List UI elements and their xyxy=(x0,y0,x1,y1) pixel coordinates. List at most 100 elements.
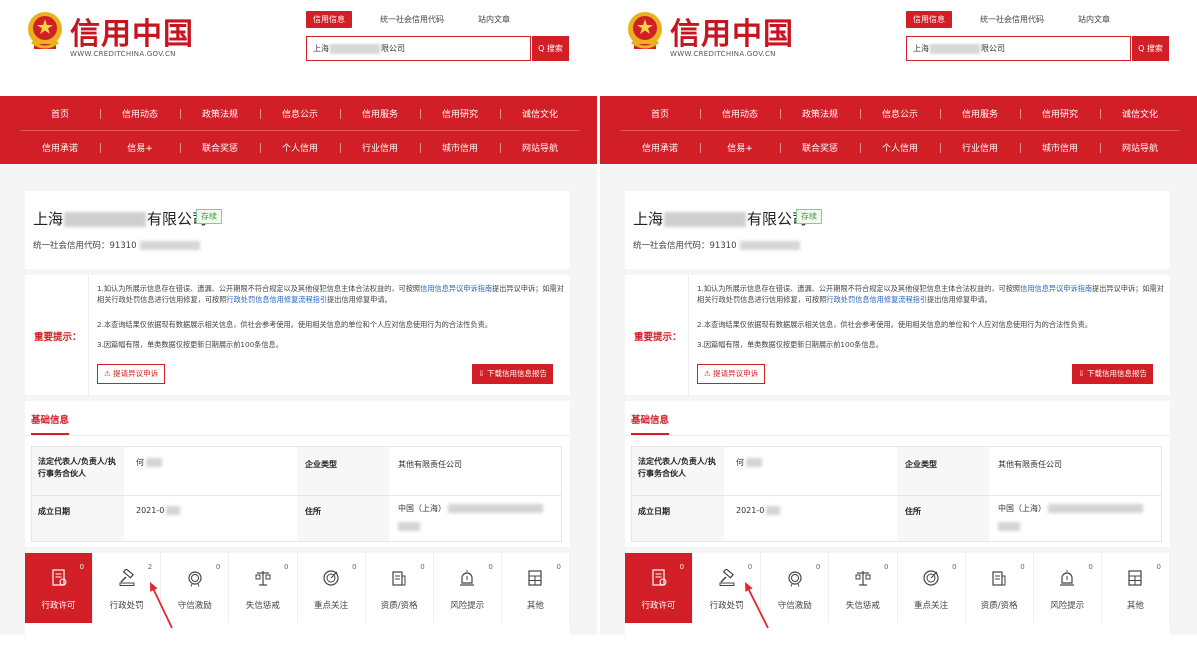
section-divider xyxy=(25,435,570,436)
nav-item[interactable]: 信用动态 xyxy=(700,107,780,120)
row-divider xyxy=(32,495,561,496)
search-tab-credit-info[interactable]: 信用信息 xyxy=(306,11,352,28)
category-label: 行政许可 xyxy=(641,601,676,611)
category-count: 0 xyxy=(215,563,221,571)
site-logo-text[interactable]: 信用中国 xyxy=(670,9,794,53)
objection-button[interactable]: ⚠ 提请异议申诉 xyxy=(697,364,766,384)
nav-row-1: 首页 信用动态 政策法规 信息公示 信用服务 信用研究 诚信文化 xyxy=(620,96,1180,130)
founded-date-label: 成立日期 xyxy=(38,507,70,516)
nav-item[interactable]: 行业信用 xyxy=(340,141,420,154)
nav-item[interactable]: 信用研究 xyxy=(420,107,500,120)
target-icon xyxy=(323,570,339,586)
nav-item[interactable]: 诚信文化 xyxy=(1100,107,1180,120)
notice-text: 1.如认为所展示信息存在错误、遗漏、公开期限不符合规定以及其他侵犯信息主体合法权… xyxy=(97,284,421,293)
company-card: 上海 有限公司 存续 统一社会信用代码：91310 xyxy=(25,191,570,269)
credit-code-label: 统一社会信用代码： xyxy=(33,241,110,251)
target-icon xyxy=(923,570,939,586)
nav-item[interactable]: 城市信用 xyxy=(1020,141,1100,154)
category-label: 失信惩戒 xyxy=(245,601,280,611)
medal-icon xyxy=(788,571,802,587)
legal-rep-value: 何 xyxy=(736,457,762,468)
category-tab[interactable]: 0 守信激励 xyxy=(761,553,830,623)
repair-guide-link[interactable]: 行政处罚信息信用修复流程指引 xyxy=(226,295,327,304)
category-tab[interactable]: 0 行政许可 xyxy=(625,553,694,623)
nav-item[interactable]: 城市信用 xyxy=(420,141,500,154)
search-button[interactable]: Q 搜索 xyxy=(1132,36,1169,61)
nav-item[interactable]: 信用承诺 xyxy=(20,141,100,154)
category-tab[interactable]: 0 失信惩戒 xyxy=(229,553,298,623)
category-tab[interactable]: 0 重点关注 xyxy=(898,553,966,623)
company-type-value: 其他有限责任公司 xyxy=(398,460,462,469)
search-button[interactable]: Q 搜索 xyxy=(532,36,569,61)
nav-item[interactable]: 联合奖惩 xyxy=(780,141,860,154)
category-tab[interactable]: 0 行政许可 xyxy=(25,553,94,623)
gavel-icon xyxy=(119,569,135,586)
nav-item[interactable]: 诚信文化 xyxy=(500,107,580,120)
certificate-icon xyxy=(992,571,1006,586)
nav-item[interactable]: 信用服务 xyxy=(940,107,1020,120)
nav-item[interactable]: 信用研究 xyxy=(1020,107,1100,120)
nav-item[interactable]: 信易+ xyxy=(100,141,180,154)
record-category-tabs: 0 行政许可 0 行政处罚 0 守信激励 0 失信惩戒 0 重点关注 0 资质/资格 0 风险提示 0 其他 xyxy=(625,553,1170,623)
nav-item[interactable]: 首页 xyxy=(620,107,700,120)
section-divider xyxy=(625,435,1170,436)
download-report-button[interactable]: ⇩ 下载信用信息报告 xyxy=(1072,364,1153,384)
nav-item[interactable]: 信用服务 xyxy=(340,107,420,120)
redacted-text xyxy=(930,43,980,54)
redacted-text xyxy=(766,506,781,515)
search-input[interactable]: 上海 限公司 xyxy=(306,36,531,61)
category-tab[interactable]: 0 其他 xyxy=(1102,553,1170,623)
site-logo-text[interactable]: 信用中国 xyxy=(70,9,194,53)
nav-item[interactable]: 首页 xyxy=(20,107,100,120)
nav-item[interactable]: 联合奖惩 xyxy=(180,141,260,154)
category-tab[interactable]: 0 风险提示 xyxy=(434,553,502,623)
category-label: 其他 xyxy=(1126,601,1144,611)
legal-rep-text: 何 xyxy=(736,458,744,467)
objection-button[interactable]: ⚠ 提请异议申诉 xyxy=(97,364,166,384)
nav-item[interactable]: 政策法规 xyxy=(780,107,860,120)
search-input[interactable]: 上海 限公司 xyxy=(906,36,1131,61)
address-value: 中国（上海） xyxy=(398,503,543,531)
nav-item[interactable]: 个人信用 xyxy=(260,141,340,154)
category-tab[interactable]: 0 资质/资格 xyxy=(366,553,434,623)
category-tab[interactable]: 0 风险提示 xyxy=(1034,553,1102,623)
site-header: 信用中国 WWW.CREDITCHINA.GOV.CN 信用信息 统一社会信用代… xyxy=(600,0,1197,96)
nav-item[interactable]: 信息公示 xyxy=(860,107,940,120)
nav-item[interactable]: 政策法规 xyxy=(180,107,260,120)
category-count: 0 xyxy=(952,563,957,571)
company-card: 上海 有限公司 存续 统一社会信用代码：91310 xyxy=(625,191,1170,269)
category-tab[interactable]: 2 行政处罚 xyxy=(93,553,162,623)
nav-item[interactable]: 网站导航 xyxy=(1100,141,1180,154)
download-report-button[interactable]: ⇩ 下载信用信息报告 xyxy=(472,364,553,384)
category-tab[interactable]: 0 重点关注 xyxy=(298,553,366,623)
objection-guide-link[interactable]: 信用信息异议申诉指南 xyxy=(420,284,492,293)
objection-guide-link[interactable]: 信用信息异议申诉指南 xyxy=(1020,284,1092,293)
search-tab-credit-code[interactable]: 统一社会信用代码 xyxy=(980,11,1044,28)
legal-rep-label: 法定代表人/负责人/执行事务合伙人 xyxy=(638,457,716,478)
site-url: WWW.CREDITCHINA.GOV.CN xyxy=(70,50,176,58)
category-tab[interactable]: 0 其他 xyxy=(502,553,570,623)
redacted-text xyxy=(398,522,420,531)
category-count: 0 xyxy=(352,563,357,571)
category-count: 0 xyxy=(79,563,85,571)
nav-row-2: 信用承诺 信易+ 联合奖惩 个人信用 行业信用 城市信用 网站导航 xyxy=(620,130,1180,164)
nav-item[interactable]: 行业信用 xyxy=(940,141,1020,154)
search-tab-articles[interactable]: 站内文章 xyxy=(1078,11,1110,28)
category-count: 0 xyxy=(1156,563,1161,571)
search-text-end: 限公司 xyxy=(381,44,405,53)
search-tab-articles[interactable]: 站内文章 xyxy=(478,11,510,28)
nav-item[interactable]: 信用动态 xyxy=(100,107,180,120)
nav-item[interactable]: 个人信用 xyxy=(860,141,940,154)
nav-item[interactable]: 信易+ xyxy=(700,141,780,154)
search-tab-credit-code[interactable]: 统一社会信用代码 xyxy=(380,11,444,28)
category-tab[interactable]: 0 守信激励 xyxy=(161,553,230,623)
category-tab[interactable]: 0 失信惩戒 xyxy=(829,553,898,623)
nav-item[interactable]: 信用承诺 xyxy=(620,141,700,154)
category-tab[interactable]: 0 资质/资格 xyxy=(966,553,1034,623)
nav-item[interactable]: 网站导航 xyxy=(500,141,580,154)
repair-guide-link[interactable]: 行政处罚信息信用修复流程指引 xyxy=(826,295,927,304)
search-tab-credit-info[interactable]: 信用信息 xyxy=(906,11,952,28)
nav-item[interactable]: 信息公示 xyxy=(260,107,340,120)
category-tab[interactable]: 0 行政处罚 xyxy=(693,553,762,623)
category-count: 0 xyxy=(884,563,889,571)
